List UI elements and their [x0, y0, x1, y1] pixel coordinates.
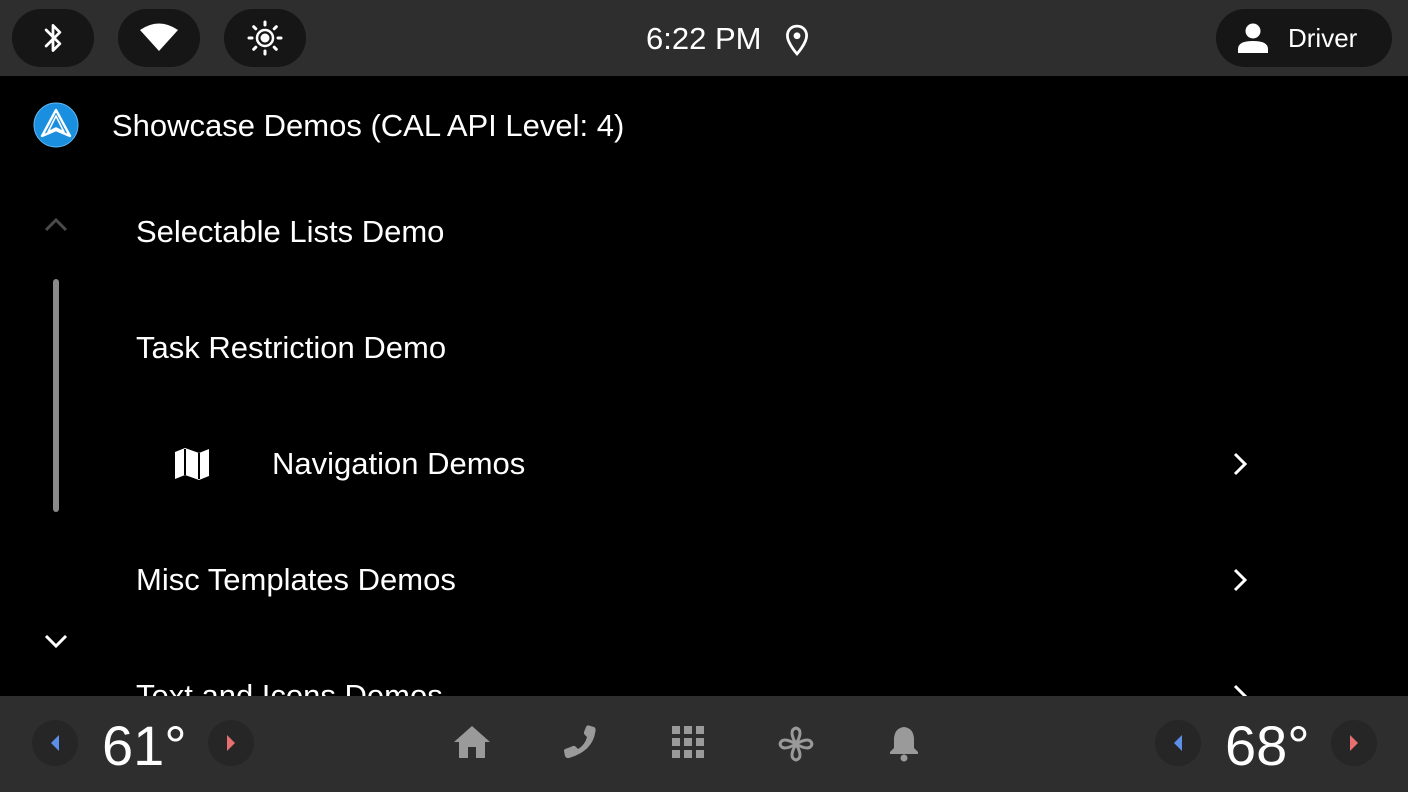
right-temp-increase-button[interactable]: [1331, 720, 1377, 766]
scroll-down-button[interactable]: [42, 630, 70, 652]
chevron-right-icon: [1233, 452, 1248, 476]
list-item-label: Task Restriction Demo: [136, 330, 447, 365]
list-item-label: Text and Icons Demos: [136, 678, 443, 696]
chevron-right-icon: [1233, 568, 1248, 592]
left-temp-increase-button[interactable]: [208, 720, 254, 766]
notifications-icon[interactable]: [886, 724, 922, 762]
left-temperature: 61°: [102, 714, 187, 777]
list-item-misc-templates[interactable]: Misc Templates Demos: [112, 522, 1282, 638]
app-grid-icon[interactable]: [670, 724, 706, 760]
caret-right-icon: [227, 735, 235, 751]
demo-list: Selectable Lists Demo Task Restriction D…: [0, 0, 1408, 696]
fan-icon[interactable]: [776, 724, 816, 764]
system-nav-bar: 61° 68°: [0, 696, 1408, 792]
map-icon: [175, 448, 209, 480]
left-temp-decrease-button[interactable]: [32, 720, 78, 766]
home-icon[interactable]: [452, 724, 492, 760]
scroll-up-button[interactable]: [42, 214, 70, 236]
list-item-label: Selectable Lists Demo: [136, 214, 445, 249]
list-item-label: Misc Templates Demos: [136, 562, 456, 597]
caret-right-icon: [1350, 735, 1358, 751]
scrollbar-thumb[interactable]: [53, 279, 59, 512]
list-item-navigation-demos[interactable]: Navigation Demos: [112, 406, 1282, 522]
phone-icon[interactable]: [562, 724, 598, 760]
chevron-right-icon: [1233, 684, 1248, 696]
list-item-label: Navigation Demos: [272, 446, 526, 481]
list-item-task-restriction[interactable]: Task Restriction Demo: [112, 290, 1282, 406]
right-temperature: 68°: [1225, 714, 1310, 777]
right-temp-decrease-button[interactable]: [1155, 720, 1201, 766]
list-item-selectable-lists[interactable]: Selectable Lists Demo: [112, 174, 1282, 290]
caret-left-icon: [51, 735, 59, 751]
caret-left-icon: [1174, 735, 1182, 751]
list-item-text-and-icons[interactable]: Text and Icons Demos: [112, 638, 1282, 696]
